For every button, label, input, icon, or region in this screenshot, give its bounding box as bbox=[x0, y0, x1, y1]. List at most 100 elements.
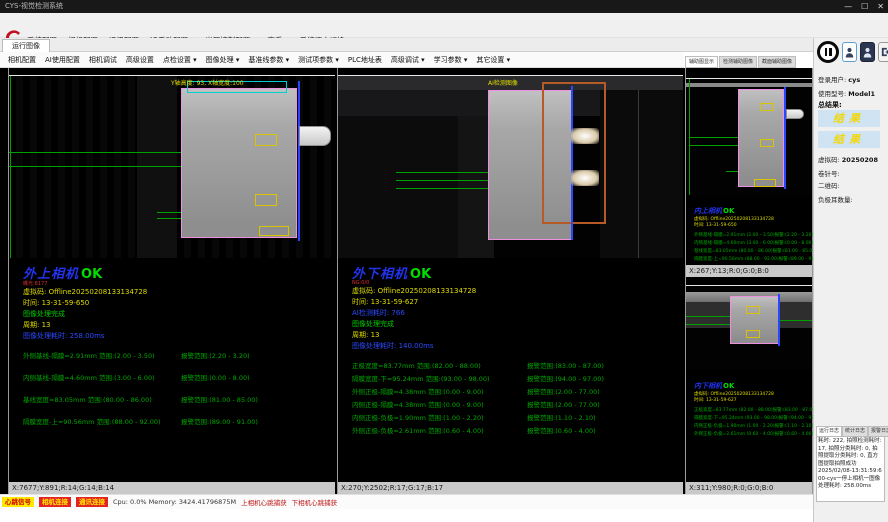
camera-image-lower[interactable]: AI检测图像 bbox=[338, 75, 683, 258]
model-label: 使用型号: bbox=[818, 90, 846, 98]
result-block-lower: 外下相机OK NG:0/0 虚拟码: Offline20250208133134… bbox=[338, 258, 683, 438]
measure-value: 内侧基线-隔膜=4.60mm (3.00 - 6.00) bbox=[694, 240, 775, 248]
coordinate-bar-lower: X:270;Y:2502;R:17;G:17;B:17 bbox=[338, 482, 683, 494]
measurement-row: 外侧正极-隔膜=4.38mm 范围:(0.00 - 9.00) 报警范围:(2.… bbox=[352, 386, 683, 399]
toolbar-item[interactable]: 测试项参数 ▾ bbox=[298, 55, 339, 65]
logout-button[interactable] bbox=[878, 42, 888, 62]
toolbar-item[interactable]: AI使用配置 bbox=[45, 55, 80, 65]
measure-value: 隔膜宽度-下=95.24mm 范围:(93.00 - 98.00) bbox=[352, 373, 527, 386]
tab-protrusion bbox=[786, 109, 804, 119]
lower-camera-heartbeat-link[interactable]: 下相机心跳捕获 bbox=[292, 497, 338, 507]
titlebar: CYS-视觉检测系统 — ☐ ✕ bbox=[0, 0, 888, 13]
exit-door-icon bbox=[881, 47, 888, 57]
comm-connect-badge: 通讯连接 bbox=[76, 497, 108, 507]
measurement-rows: 正极宽度=83.77mm (82.00 - 88.00) 报警:(83.00 -… bbox=[694, 407, 812, 439]
window-title: CYS-视觉检测系统 bbox=[5, 0, 63, 13]
result-box-2: 结果 bbox=[818, 131, 880, 148]
pause-button[interactable] bbox=[817, 41, 839, 63]
toolbar-item[interactable]: 相机调试 bbox=[89, 55, 117, 65]
pin-number-label: 卷针号: bbox=[818, 170, 840, 178]
aux-image-top[interactable] bbox=[686, 78, 812, 195]
alarm-range: 报警范围:(83.00 - 87.00) bbox=[527, 360, 604, 373]
process-done-line: 图像处理完成 bbox=[23, 309, 335, 320]
measure-value: 正极宽度=83.77mm (82.00 - 88.00) bbox=[694, 407, 773, 415]
total-result-label: 总结果: bbox=[818, 100, 842, 110]
user-switch-button[interactable] bbox=[860, 42, 875, 62]
process-done-line: 图像处理完成 bbox=[352, 319, 683, 330]
measure-value: 内侧正极-隔膜=4.38mm 范围:(0.00 - 9.00) bbox=[352, 399, 527, 412]
minimize-icon[interactable]: — bbox=[844, 0, 852, 13]
alarm-range: 报警范围:(89.00 - 91.00) bbox=[181, 416, 258, 438]
image-overlay-label: Y轴高度: 93, X轴宽度:100 bbox=[171, 78, 244, 87]
result-ok: OK bbox=[723, 382, 734, 390]
toolbar-item[interactable]: 基准线参数 ▾ bbox=[248, 55, 289, 65]
statusbar: 心跳信号 相机连接 通讯连接 Cpu: 0.0% Memory: 3424.41… bbox=[0, 494, 813, 509]
aux-tab-detect[interactable]: 检测辅助图像 bbox=[719, 56, 757, 68]
alarm-range: 报警范围:(94.00 - 97.00) bbox=[527, 373, 604, 386]
marker-yellow bbox=[255, 194, 277, 206]
toolbar-item[interactable]: 图像处理 ▾ bbox=[206, 55, 240, 65]
tab-run-image[interactable]: 运行图像 bbox=[2, 39, 50, 53]
toolbar-item[interactable]: 学习参数 ▾ bbox=[434, 55, 468, 65]
measure-value: 内侧正极-负极=1.90mm 范围:(1.00 - 2.20) bbox=[352, 412, 527, 425]
toolbar-item[interactable]: 其它设置 ▾ bbox=[476, 55, 510, 65]
qr-code-field: 二维码: bbox=[818, 180, 840, 190]
alarm-range: 报警:(0.60 - 4.00) bbox=[775, 431, 814, 439]
window-controls: — ☐ ✕ bbox=[844, 0, 884, 13]
login-user-value: cys bbox=[848, 76, 860, 84]
marker-yellow bbox=[746, 330, 760, 338]
measure-value: 内侧正极-负极=1.90mm (1.00 - 2.20) bbox=[694, 423, 775, 431]
upper-camera-heartbeat-link[interactable]: 上相机心跳捕获 bbox=[241, 497, 287, 507]
user-login-button[interactable] bbox=[842, 42, 857, 62]
measure-value: 外侧基线-隔膜=2.91mm (2.00 - 3.50) bbox=[694, 232, 775, 240]
aux-tab-section[interactable]: 截面辅助图像 bbox=[758, 56, 796, 68]
maximize-icon[interactable]: ☐ bbox=[861, 0, 868, 13]
aux-image-bottom[interactable] bbox=[686, 285, 812, 370]
measure-value: 隔膜宽度-上=90.56mm 范围:(88.00 - 92.00) bbox=[23, 416, 181, 438]
machine-band bbox=[137, 76, 177, 258]
alarm-range: 报警:(2.20 - 3.20) bbox=[775, 232, 814, 240]
measurement-row: 内侧正极-负极=1.90mm (1.00 - 2.20) 报警:(1.10 - … bbox=[694, 423, 812, 431]
edge-marker-blue bbox=[571, 86, 573, 240]
edge-line bbox=[10, 76, 11, 258]
measurement-row: 基线宽度=83.05mm (80.00 - 86.00) 报警:(81.00 -… bbox=[694, 248, 812, 256]
camera-connect-badge: 相机连接 bbox=[39, 497, 71, 507]
ai-time-line: AI检测耗时: 766 bbox=[352, 308, 683, 319]
time-line: 时间: 13-31-59-627 bbox=[694, 398, 812, 404]
aux-image-tabs: 辅助图显示 检测辅助图像 截面辅助图像 bbox=[685, 56, 796, 68]
measurement-row: 基线宽度=83.05mm 范围:(80.00 - 86.00) 报警范围:(81… bbox=[23, 394, 335, 416]
process-time-line: 图像处理耗时: 140.00ms bbox=[352, 341, 683, 352]
coordinate-bar-aux-top: X:267;Y:13;R:0;G:0;B:0 bbox=[686, 265, 812, 277]
marker-yellow bbox=[760, 139, 774, 147]
alarm-range: 报警:(1.10 - 2.10) bbox=[775, 423, 814, 431]
machine-band bbox=[338, 116, 458, 258]
measurement-row: 内侧基线-隔膜=4.60mm (3.00 - 6.00) 报警:(0.00 - … bbox=[694, 240, 812, 248]
measurement-row: 外侧正极-负极=2.61mm 范围:(0.60 - 4.00) 报警范围:(0.… bbox=[352, 425, 683, 438]
toolbar-item[interactable]: 相机配置 bbox=[8, 55, 36, 65]
toolbar-item[interactable]: 点检设置 ▾ bbox=[163, 55, 197, 65]
measurement-row: 内侧正极-隔膜=4.38mm 范围:(0.00 - 9.00) 报警范围:(2.… bbox=[352, 399, 683, 412]
cpu-memory-text: Cpu: 0.0% Memory: 3424.41796875M bbox=[113, 498, 236, 506]
cycle-line: 周期: 13 bbox=[23, 320, 335, 331]
close-icon[interactable]: ✕ bbox=[877, 0, 884, 13]
edge-marker-blue bbox=[778, 294, 780, 346]
measurement-row: 外侧基线-隔膜=2.91mm (2.00 - 3.50) 报警:(2.20 - … bbox=[694, 232, 812, 240]
toolbar-item[interactable]: 高级调试 ▾ bbox=[391, 55, 425, 65]
measure-value: 外侧正极-负极=2.61mm (0.60 - 4.00) bbox=[694, 431, 775, 439]
toolbar-item[interactable]: 高级设置 bbox=[126, 55, 154, 65]
log-line: 2025/02/08-13:31:59:600-cys一停上相机一图像处理耗时:… bbox=[818, 468, 883, 491]
camera-image-upper[interactable]: Y轴高度: 93, X轴宽度:100 bbox=[9, 75, 335, 258]
toolbar-item[interactable]: PLC地址表 bbox=[348, 55, 382, 65]
login-user-label: 登录用户: bbox=[818, 76, 846, 84]
machine-band bbox=[686, 83, 812, 87]
result-ok: OK bbox=[723, 207, 734, 215]
aux-result-block-top: 内上相机OK 虚拟码: Offline20250208133134728 时间:… bbox=[686, 195, 812, 264]
alarm-range: 报警范围:(81.00 - 85.00) bbox=[181, 394, 258, 416]
log-box[interactable]: 耗时: 222, 拍照检测耗时: 17, 拍照分类耗时: 0, 拍照提取分类耗时… bbox=[816, 436, 885, 502]
model-field[interactable]: 使用型号: Model1 bbox=[818, 88, 875, 98]
result-box-1: 结果 bbox=[818, 110, 880, 127]
marker-yellow bbox=[746, 306, 760, 314]
aux-tab-display[interactable]: 辅助图显示 bbox=[685, 56, 718, 68]
alarm-range: 报警范围:(2.00 - 77.00) bbox=[527, 399, 600, 412]
time-line: 时间: 13-31-59-627 bbox=[352, 297, 683, 308]
